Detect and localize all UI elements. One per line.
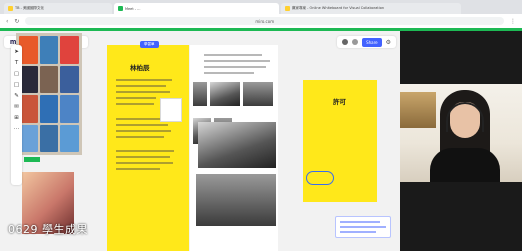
url-field[interactable]: miro.com	[25, 17, 504, 25]
photo	[60, 36, 79, 64]
photo-collage[interactable]	[16, 33, 82, 155]
collab-box: Share ⚙	[337, 36, 396, 48]
webcam-feed	[400, 84, 522, 182]
text-line	[116, 91, 170, 93]
frame-icon[interactable]: ⊞	[14, 115, 19, 122]
text-line	[204, 66, 266, 68]
text-line	[116, 136, 164, 138]
comment-line	[340, 231, 376, 233]
select-tool-icon[interactable]: ➤	[14, 49, 19, 56]
bw-photo[interactable]	[193, 82, 207, 106]
tab-strip: TB - 美國國際文化 Meet - ... 贏家專案 - Online Whi…	[0, 0, 522, 14]
card-title: 許可	[333, 98, 346, 106]
text-tool-icon[interactable]: T	[15, 60, 18, 67]
avatar[interactable]	[352, 39, 359, 45]
browser-tab-active[interactable]: Meet - ...	[114, 3, 279, 14]
text-line	[116, 162, 173, 164]
bw-photo[interactable]	[198, 122, 276, 168]
browser-tab[interactable]: 贏家專案 - Online Whiteboard for Visual Coll…	[281, 3, 461, 14]
photo	[60, 65, 79, 93]
url-text: miro.com	[255, 18, 275, 24]
shape-tool-icon[interactable]: □	[14, 82, 19, 89]
text-line	[204, 54, 262, 56]
text-line	[116, 130, 171, 132]
comment-icon[interactable]: ✉	[14, 104, 19, 111]
reload-icon[interactable]: ↻	[14, 18, 19, 25]
text-line	[116, 156, 170, 158]
menu-icon[interactable]: ⋮	[510, 18, 516, 25]
tab-label: Meet - ...	[125, 6, 141, 11]
text-line	[116, 79, 172, 81]
sticky-note-icon[interactable]: ▢	[14, 71, 19, 78]
text-line	[204, 60, 270, 62]
frame-tag[interactable]: 學習單	[140, 41, 159, 48]
sticky-label[interactable]	[24, 157, 40, 162]
bw-photo[interactable]	[243, 82, 273, 106]
bw-photo[interactable]	[210, 82, 240, 106]
text-line	[116, 150, 174, 152]
text-line	[204, 72, 254, 74]
tab-favicon-icon	[8, 6, 13, 11]
photo	[39, 124, 59, 152]
tab-favicon-icon	[118, 6, 123, 11]
back-icon[interactable]: ‹	[6, 18, 8, 25]
tab-label: TB - 美國國際文化	[15, 6, 45, 10]
address-bar-row: ‹ ↻ miro.com ⋮	[0, 14, 522, 28]
headset-icon	[446, 102, 484, 132]
worksheet-yellow[interactable]	[107, 45, 189, 251]
photo	[60, 124, 79, 152]
background-shelf	[400, 92, 436, 128]
text-line	[116, 85, 166, 87]
worksheet-title: 林柏辰	[130, 64, 150, 72]
photo	[39, 95, 59, 123]
handwritten-note[interactable]	[306, 171, 334, 185]
bw-photo[interactable]	[196, 174, 276, 226]
comment-panel[interactable]	[335, 216, 391, 238]
text-line	[116, 168, 160, 170]
photo	[39, 36, 59, 64]
text-line	[116, 103, 154, 105]
share-button[interactable]: Share	[362, 37, 382, 47]
photo	[60, 95, 79, 123]
video-caption: 0629 學生成果	[8, 223, 88, 236]
text-line	[116, 97, 156, 99]
tab-favicon-icon	[285, 6, 290, 11]
browser-chrome: TB - 美國國際文化 Meet - ... 贏家專案 - Online Whi…	[0, 0, 522, 28]
photo	[39, 65, 59, 93]
comment-line	[340, 221, 380, 223]
pen-tool-icon[interactable]: ✎	[14, 93, 19, 100]
more-tools-icon[interactable]: ⋯	[14, 126, 20, 133]
avatar[interactable]	[342, 39, 349, 45]
tab-label: 贏家專案 - Online Whiteboard for Visual Coll…	[292, 6, 385, 10]
text-line	[116, 124, 168, 126]
settings-icon[interactable]: ⚙	[386, 39, 391, 46]
sketch-image[interactable]	[160, 98, 182, 122]
tool-palette: ➤ T ▢ □ ✎ ✉ ⊞ ⋯	[11, 45, 22, 185]
comment-line	[340, 226, 386, 228]
browser-tab[interactable]: TB - 美國國際文化	[4, 3, 112, 14]
presenter-body	[430, 148, 500, 182]
